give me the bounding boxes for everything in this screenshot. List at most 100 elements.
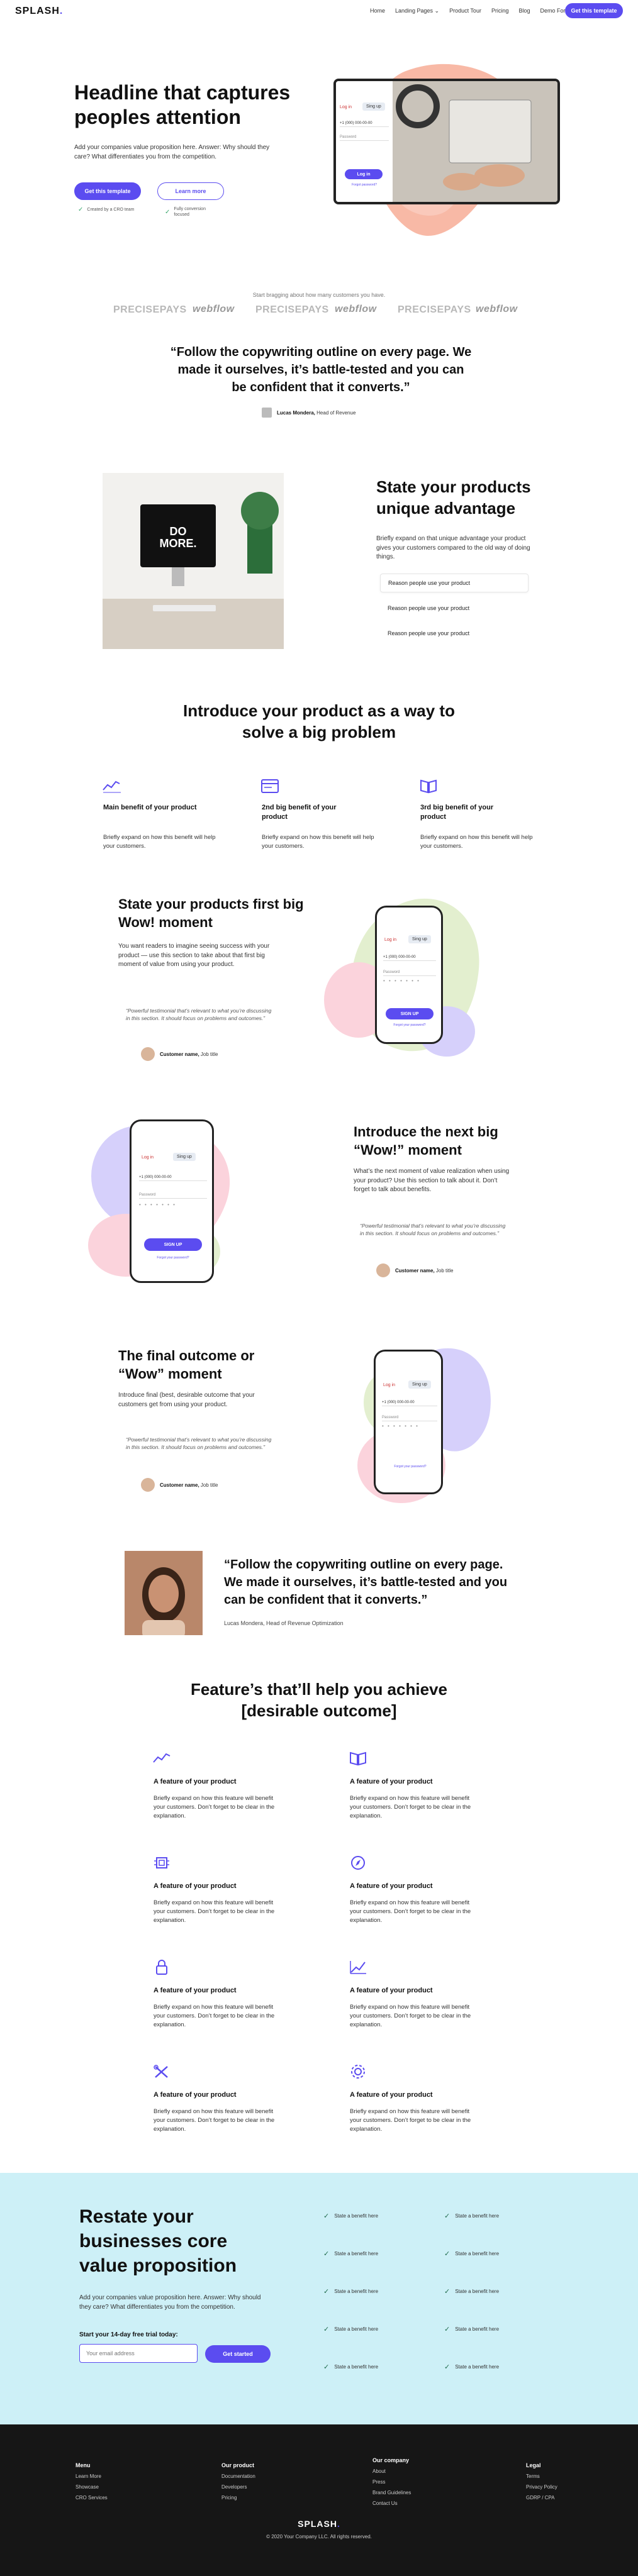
password-dots[interactable]: • • • • • • • <box>382 1423 419 1429</box>
login-tab[interactable]: Log in <box>142 1155 154 1160</box>
login-tab[interactable]: Log in <box>383 1383 395 1387</box>
check-icon: ✓ <box>444 2250 451 2258</box>
login-tab[interactable]: Log in <box>384 938 396 942</box>
password-label: Password <box>139 1192 207 1199</box>
password-dots[interactable]: • • • • • • • <box>383 978 420 984</box>
benefit-body: Briefly expand on how this benefit will … <box>262 834 374 850</box>
footer-link[interactable]: Pricing <box>221 2495 255 2501</box>
brand-logo-2: webflow <box>193 304 235 314</box>
feature-body: Briefly expand on how this feature will … <box>154 2004 275 2028</box>
benefit-item: ✓ State a benefit here <box>444 2325 499 2333</box>
customer-avatar <box>141 1047 155 1061</box>
benefit-text: State a benefit here <box>455 2251 500 2257</box>
wow2-testimonial: “Powerful testimonial that’s relevant to… <box>360 1223 506 1237</box>
forgot-link[interactable]: Forgot your password? <box>381 1465 440 1468</box>
cta-title: Restate your businesses core value propo… <box>79 2206 237 2276</box>
footer-link[interactable]: Learn More <box>76 2473 108 2479</box>
email-input[interactable] <box>79 2344 198 2363</box>
quote-text: “Follow the copywriting outline on every… <box>170 345 472 394</box>
laptop-mockup: Log in Sing up +1 (000) 000-00-00 Passwo… <box>333 79 560 204</box>
features-title: Feature’s that’ll help you achieve [desi… <box>191 1680 447 1720</box>
brand-logo-5: PRECISEPAYS <box>398 304 471 315</box>
benefit-title: Main benefit of your product <box>103 804 197 811</box>
wow3-testimonial: “Powerful testimonial that’s relevant to… <box>126 1436 272 1451</box>
feature-body: Briefly expand on how this feature will … <box>350 1899 471 1924</box>
signup-button[interactable]: SIGN UP <box>144 1238 202 1251</box>
footer-link[interactable]: Contact Us <box>372 2501 411 2506</box>
reason-item[interactable]: Reason people use your product <box>380 574 529 592</box>
footer-logo[interactable]: SPLASH. <box>0 2519 638 2529</box>
phone-mockup: Log in Sing up +1 (000) 000-00-00 Passwo… <box>375 906 443 1044</box>
reason-item[interactable]: Reason people use your product <box>380 599 529 618</box>
customer-role: Job title <box>435 1267 454 1274</box>
cta-trial-text: Start your 14-day free trial today: <box>79 2331 178 2338</box>
footer-link[interactable]: Terms <box>526 2473 557 2479</box>
benefit-title: 2nd big benefit of your product <box>262 804 337 821</box>
nav-cta-button[interactable]: Get this template <box>565 3 623 18</box>
footer-link[interactable]: Documentation <box>221 2473 255 2479</box>
phone-input[interactable]: +1 (000) 000-00-00 <box>382 1399 437 1406</box>
top-nav: SPLASH. Home Landing Pages ⌄ Product Tou… <box>0 0 638 21</box>
phone-input[interactable]: +1 (000) 000-00-00 <box>340 120 389 127</box>
footer-col-company: Our company About Press Brand Guidelines… <box>372 2457 411 2506</box>
footer-link[interactable]: Press <box>372 2479 411 2485</box>
login-button[interactable]: Log in <box>345 169 383 179</box>
phone-input[interactable]: +1 (000) 000-00-00 <box>383 954 436 961</box>
check-icon: ✓ <box>444 2288 451 2296</box>
phone-mockup: Log in Sing up +1 (000) 000-00-00 Passwo… <box>374 1350 443 1494</box>
feature-title: A feature of your product <box>350 1987 433 1994</box>
signup-tab[interactable]: Sing up <box>173 1153 196 1161</box>
signup-button[interactable]: SIGN UP <box>386 1008 434 1019</box>
wow2-customer: Customer name, Job title <box>376 1263 454 1277</box>
footer-link[interactable]: About <box>372 2468 411 2474</box>
feature-body: Briefly expand on how this feature will … <box>350 2004 471 2028</box>
customer-name: Customer name, <box>160 1051 199 1057</box>
forgot-link[interactable]: Forgot password? <box>340 183 389 187</box>
footer-link[interactable]: Showcase <box>76 2484 108 2490</box>
footer-link[interactable]: Privacy Policy <box>526 2484 557 2490</box>
feature-title: A feature of your product <box>350 1778 433 1785</box>
nav-link-pricing[interactable]: Pricing <box>491 8 509 14</box>
check-icon: ✓ <box>323 2288 330 2296</box>
nav-link-home[interactable]: Home <box>370 8 385 14</box>
check-icon: ✓ <box>444 2326 451 2333</box>
customer-role: Job title <box>200 1482 218 1488</box>
wow3-body: Introduce final (best, desirable outcome… <box>118 1392 255 1408</box>
check-icon: ✓ <box>323 2363 330 2371</box>
forgot-link[interactable]: Forgot your password? <box>382 1023 437 1027</box>
trend-icon <box>153 1753 171 1763</box>
footer-link[interactable]: Developers <box>221 2484 255 2490</box>
brand-logo-3: PRECISEPAYS <box>255 304 329 315</box>
nav-link-blog[interactable]: Blog <box>518 8 530 14</box>
logo[interactable]: SPLASH. <box>15 6 63 17</box>
wow1-testimonial: “Powerful testimonial that’s relevant to… <box>126 1008 272 1022</box>
reason-item[interactable]: Reason people use your product <box>380 624 529 643</box>
signup-tab[interactable]: Sing up <box>408 1380 431 1389</box>
hero-learn-more-button[interactable]: Learn more <box>157 182 224 200</box>
customer-avatar <box>141 1478 155 1492</box>
footer-link[interactable]: Brand Guidelines <box>372 2490 411 2496</box>
signup-tab[interactable]: Sing up <box>408 935 431 943</box>
phone-input[interactable]: +1 (000) 000-00-00 <box>139 1174 207 1181</box>
signup-tab[interactable]: Sing up <box>362 103 385 111</box>
compass-icon <box>351 1856 365 1870</box>
hero-primary-button[interactable]: Get this template <box>74 182 141 200</box>
forgot-link[interactable]: Forgot your password? <box>138 1256 208 1260</box>
wow1-title: State your products first big Wow! momen… <box>118 896 304 930</box>
check-icon: ✓ <box>323 2250 330 2258</box>
footer-link[interactable]: CRO Services <box>76 2495 108 2501</box>
footer-link[interactable]: GDRP / CPA <box>526 2495 557 2501</box>
nav-link-product-tour[interactable]: Product Tour <box>449 8 481 14</box>
benefit-item: ✓ State a benefit here <box>444 2287 499 2296</box>
footer-col-legal: Legal Terms Privacy Policy GDRP / CPA <box>526 2462 557 2501</box>
benefit-text: State a benefit here <box>455 2213 500 2219</box>
lock-icon <box>156 1960 167 1975</box>
nav-links: Home Landing Pages ⌄ Product Tour Pricin… <box>370 8 570 14</box>
feature-body: Briefly expand on how this feature will … <box>154 1899 275 1924</box>
get-started-button[interactable]: Get started <box>205 2345 271 2363</box>
login-tab[interactable]: Log in <box>340 105 352 109</box>
password-dots[interactable]: • • • • • • • <box>139 1202 176 1208</box>
nav-link-landing-pages[interactable]: Landing Pages ⌄ <box>395 8 439 14</box>
hero-subtitle: Add your companies value proposition her… <box>74 144 270 160</box>
benefit-text: State a benefit here <box>455 2364 500 2370</box>
